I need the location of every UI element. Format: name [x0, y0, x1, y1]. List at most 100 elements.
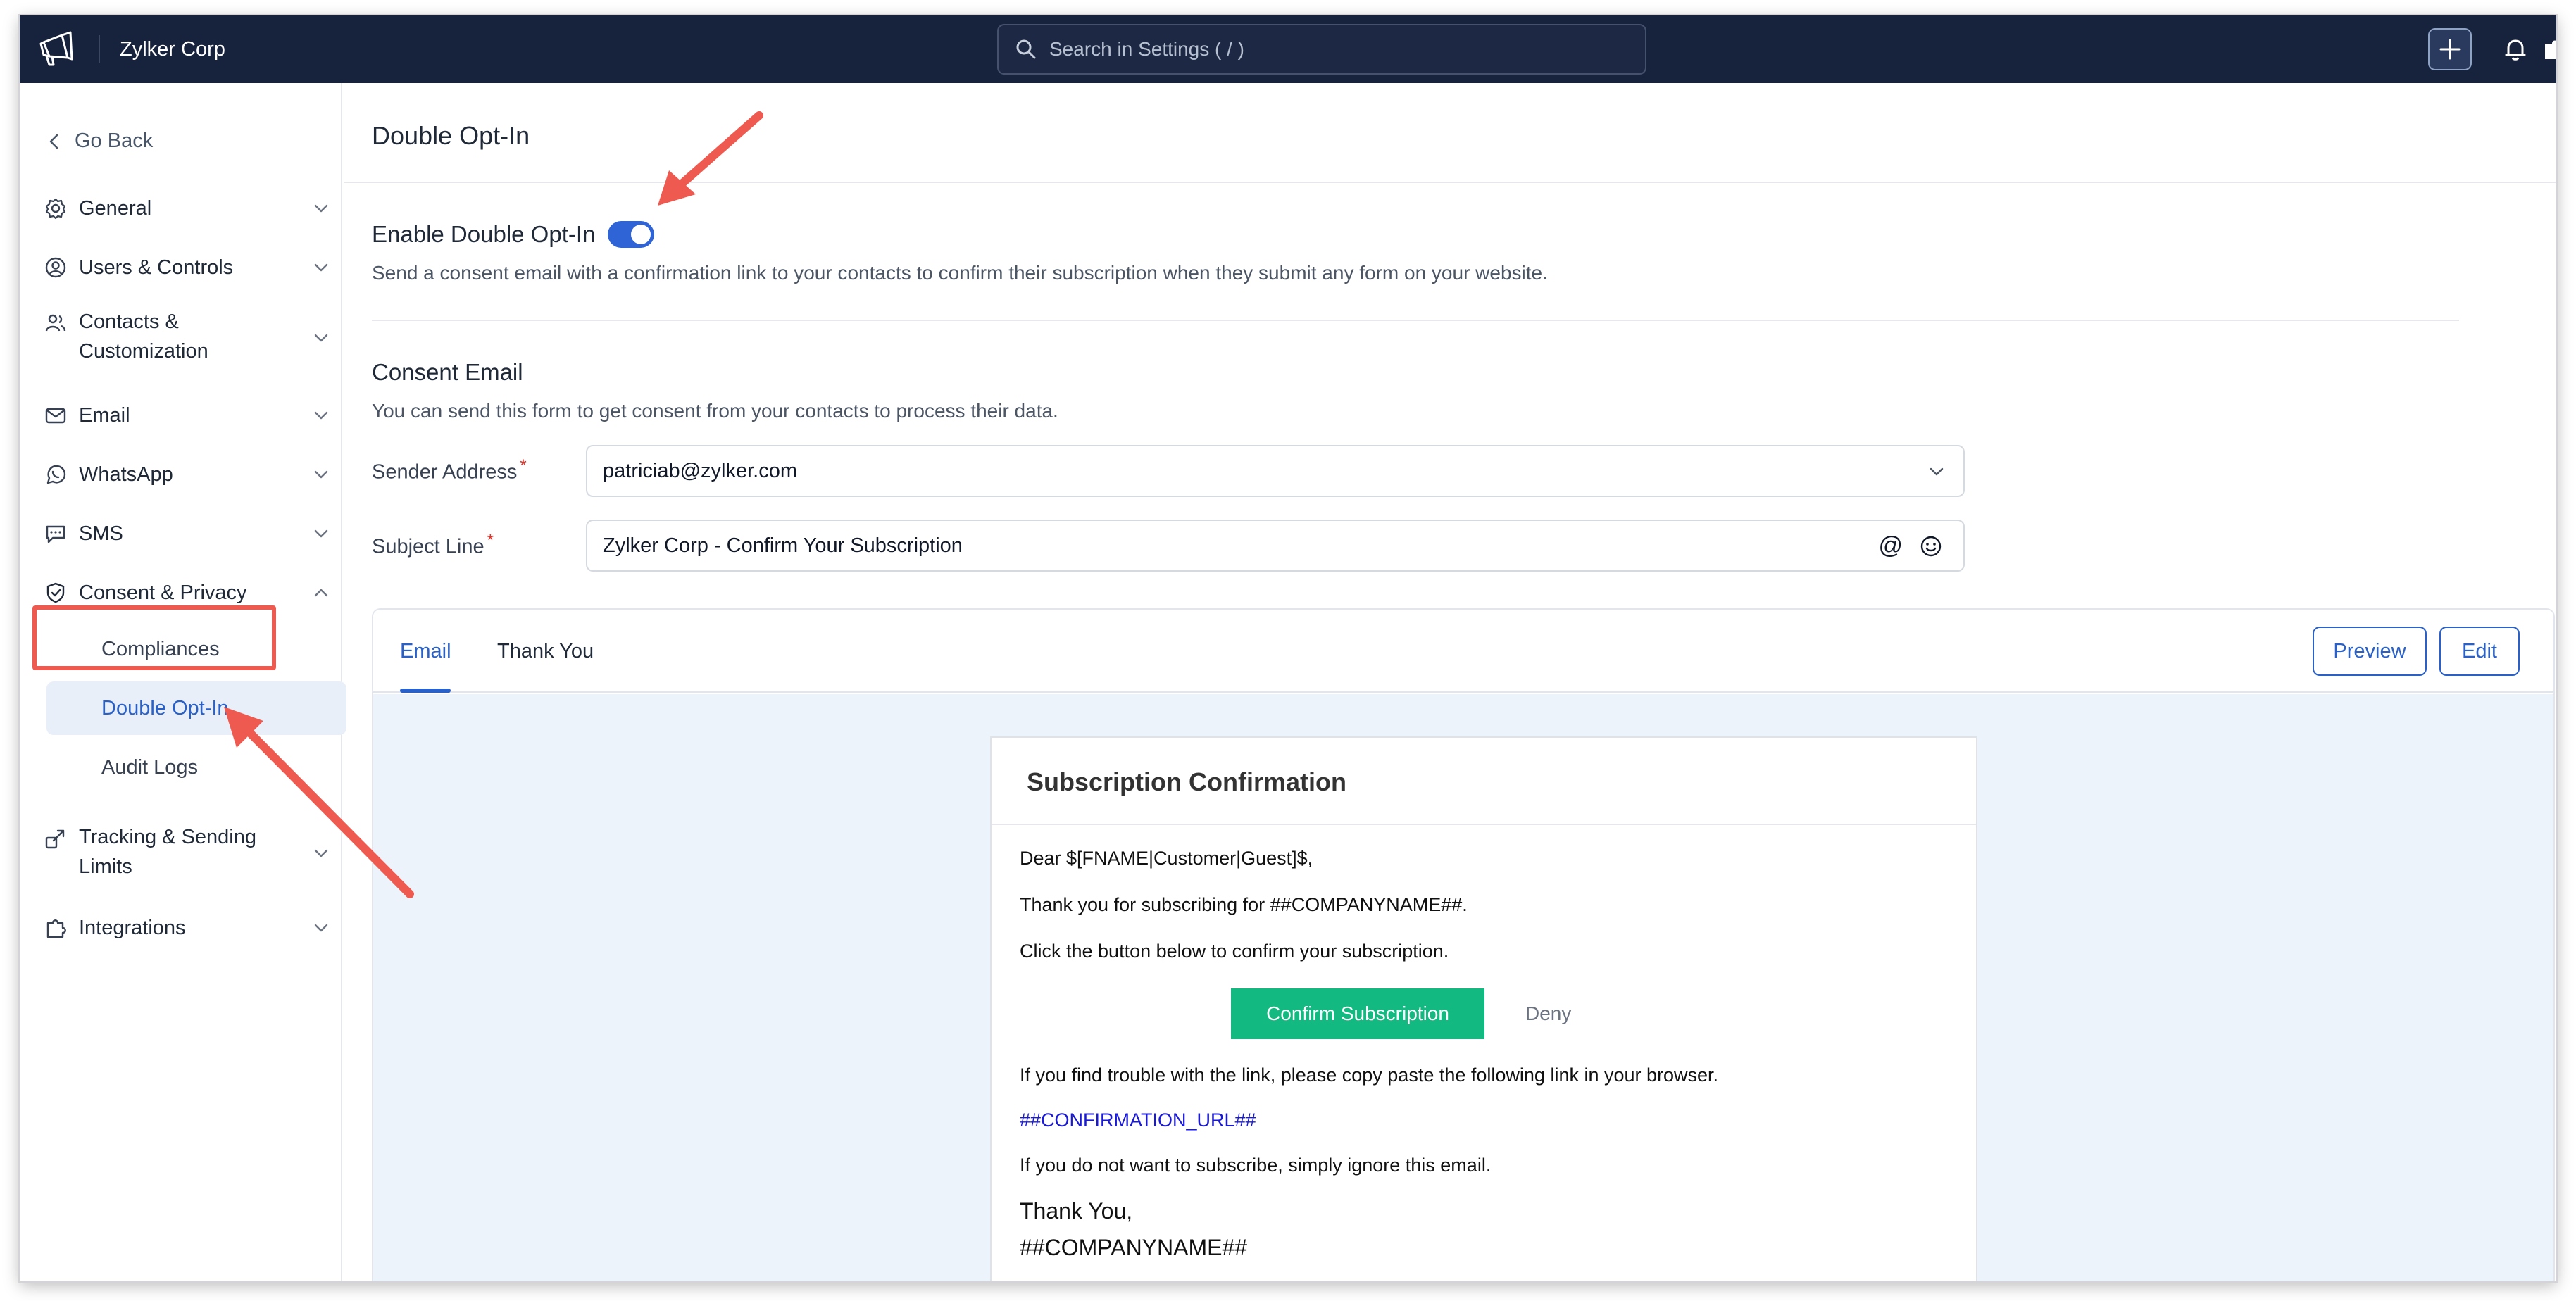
settings-sidebar: Go Back General Users & Controls Contact… [20, 83, 346, 1281]
preview-button[interactable]: Preview [2313, 627, 2427, 676]
sidebar-item-label: Users & Controls [79, 256, 234, 279]
bell-icon[interactable] [2501, 35, 2530, 63]
app-window: Zylker Corp Search in Settings ( / ) Go … [20, 15, 2556, 1281]
shield-icon [46, 582, 65, 603]
chevron-down-icon[interactable] [311, 843, 331, 863]
sidebar-item-label: Contacts & Customization [79, 310, 208, 363]
gear-icon [45, 198, 66, 220]
search-icon [1016, 39, 1036, 59]
tab-thank-you[interactable]: Thank You [497, 610, 594, 693]
sms-icon [46, 525, 65, 543]
tab-email[interactable]: Email [400, 610, 451, 693]
deny-button[interactable]: Deny [1525, 988, 1571, 1039]
logo-divider [99, 35, 100, 63]
sidebar-item-label: SMS [79, 522, 123, 545]
sidebar-item-users-controls[interactable]: Users & Controls [35, 251, 328, 284]
title-divider [344, 182, 2556, 183]
page-title: Double Opt-In [372, 121, 530, 150]
consent-email-title: Consent Email [372, 359, 523, 385]
sidebar-subitem-audit-logs[interactable]: Audit Logs [46, 741, 346, 794]
chevron-up-icon[interactable] [311, 583, 331, 603]
add-button[interactable] [2428, 28, 2472, 70]
megaphone-logo-icon[interactable] [37, 30, 79, 69]
sidebar-item-integrations[interactable]: Integrations [35, 911, 328, 945]
puzzle-icon [46, 919, 66, 938]
envelope-icon [45, 408, 66, 424]
contacts-icon [45, 314, 66, 332]
sender-address-label-text: Sender Address [372, 460, 518, 484]
chevron-left-icon [49, 134, 58, 149]
settings-search[interactable]: Search in Settings ( / ) [997, 24, 1646, 75]
enable-double-opt-in-row: Enable Double Opt-In [372, 221, 655, 248]
sidebar-subitem-double-opt-in[interactable]: Double Opt-In [46, 681, 346, 735]
sidebar-item-email[interactable]: Email [35, 398, 328, 432]
subject-line-label: Subject Line * [372, 531, 494, 559]
email-ignore-line: If you do not want to subscribe, simply … [1020, 1155, 1492, 1176]
email-company-name: ##COMPANYNAME## [1020, 1235, 1248, 1260]
chevron-down-icon[interactable] [311, 328, 331, 348]
sidebar-item-contacts-customization[interactable]: Contacts & Customization [35, 307, 328, 370]
email-trouble-line: If you find trouble with the link, pleas… [1020, 1064, 1719, 1086]
active-tab-indicator [400, 689, 451, 693]
enable-double-opt-in-label: Enable Double Opt-In [372, 221, 596, 247]
email-instruction: Click the button below to confirm your s… [1020, 941, 1449, 962]
consent-email-description: You can send this form to get consent fr… [372, 400, 1058, 422]
sidebar-item-tracking-sending-limits[interactable]: Tracking & Sending Limits [35, 822, 328, 886]
email-thanks-line: Thank you for subscribing for ##COMPANYN… [1020, 894, 1468, 915]
go-back-label: Go Back [75, 130, 154, 152]
subject-line-value: Zylker Corp - Confirm Your Subscription [603, 534, 963, 557]
sender-address-label: Sender Address * [372, 456, 527, 484]
sidebar-item-whatsapp[interactable]: WhatsApp [35, 458, 328, 491]
confirmation-url-link[interactable]: ##CONFIRMATION_URL## [1020, 1110, 1256, 1131]
sender-address-value: patriciab@zylker.com [603, 460, 798, 482]
chevron-down-icon[interactable] [311, 524, 331, 543]
chevron-down-icon[interactable] [1927, 462, 1946, 482]
required-mark: * [520, 456, 527, 475]
sidebar-item-general[interactable]: General [35, 191, 328, 225]
email-header: Subscription Confirmation [992, 738, 1976, 825]
top-bar: Zylker Corp Search in Settings ( / ) [20, 15, 2556, 83]
search-input[interactable]: Search in Settings ( / ) [1049, 38, 1244, 61]
chevron-down-icon[interactable] [311, 406, 331, 425]
enable-description: Send a consent email with a confirmation… [372, 262, 1548, 284]
sender-address-select[interactable]: patriciab@zylker.com [586, 445, 1965, 497]
sidebar-subitem-label: Compliances [101, 638, 220, 660]
user-circle-icon [45, 257, 66, 278]
subject-line-label-text: Subject Line [372, 535, 484, 558]
sidebar-item-label: General [79, 197, 152, 220]
email-title: Subscription Confirmation [1027, 767, 1346, 796]
sidebar-item-sms[interactable]: SMS [35, 517, 328, 551]
emoji-icon[interactable] [1918, 534, 1944, 559]
sidebar-item-label: WhatsApp [79, 463, 173, 486]
required-mark: * [487, 531, 494, 550]
chevron-down-icon[interactable] [311, 199, 331, 218]
toggle-knob [631, 225, 651, 244]
confirm-subscription-button[interactable]: Confirm Subscription [1231, 988, 1484, 1039]
main-content: Double Opt-In Enable Double Opt-In Send … [344, 83, 2556, 1281]
sidebar-item-consent-privacy[interactable]: Consent & Privacy [35, 576, 328, 610]
email-preview-area: Subscription Confirmation Dear $[FNAME|C… [373, 694, 2553, 1281]
sidebar-subitem-compliances[interactable]: Compliances [46, 622, 346, 676]
template-tabs: Email Thank You Preview Edit [373, 610, 2553, 693]
chevron-down-icon[interactable] [311, 465, 331, 484]
chevron-down-icon[interactable] [311, 918, 331, 938]
subject-line-input[interactable]: Zylker Corp - Confirm Your Subscription … [586, 520, 1965, 572]
template-panel: Email Thank You Preview Edit Subscriptio… [372, 608, 2555, 1281]
puzzle-icon[interactable] [2539, 35, 2556, 63]
sidebar-subitem-label: Double Opt-In [101, 697, 229, 719]
edit-button[interactable]: Edit [2439, 627, 2520, 676]
merge-tag-icon[interactable]: @ [1878, 531, 1903, 560]
sidebar-item-label: Integrations [79, 917, 186, 939]
sidebar-item-label: Email [79, 404, 130, 427]
chevron-down-icon[interactable] [311, 258, 331, 277]
section-divider [372, 320, 2459, 321]
email-preview-card: Subscription Confirmation Dear $[FNAME|C… [990, 736, 1977, 1281]
sidebar-item-label: Consent & Privacy [79, 582, 247, 604]
tracking-icon [45, 829, 65, 849]
email-signoff: Thank You, [1020, 1198, 1133, 1224]
org-name[interactable]: Zylker Corp [120, 15, 225, 83]
email-greeting: Dear $[FNAME|Customer|Guest]$, [1020, 848, 1313, 869]
plus-icon [2439, 39, 2461, 60]
enable-double-opt-in-toggle[interactable] [608, 221, 655, 248]
go-back-link[interactable]: Go Back [45, 130, 153, 153]
